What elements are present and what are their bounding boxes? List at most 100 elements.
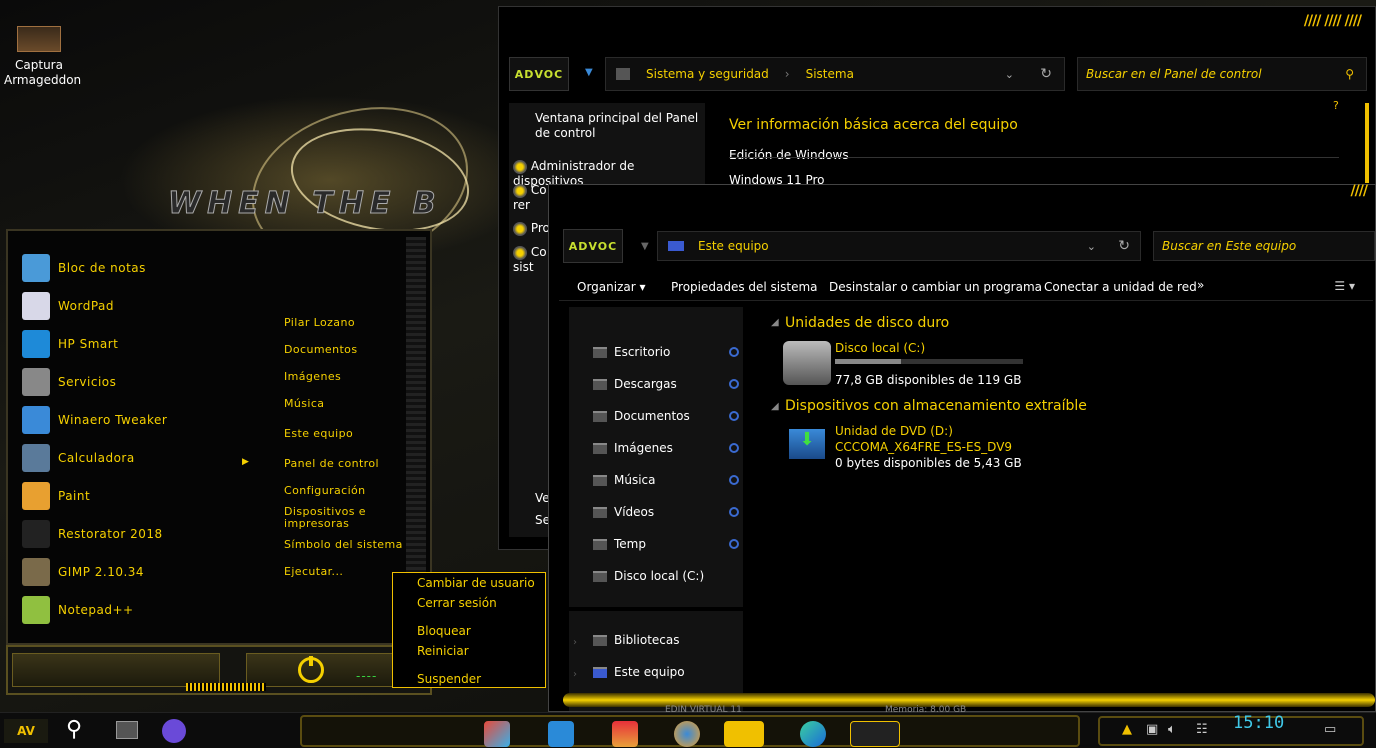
menu-item-restart[interactable]: Reiniciar: [417, 644, 469, 658]
power-icon: [309, 656, 313, 666]
start-app-item[interactable]: Bloc de notas: [22, 249, 270, 287]
drive-c-usage-bar: [835, 359, 1023, 364]
uninstall-program-button[interactable]: Desinstalar o cambiar un programa: [829, 280, 1042, 294]
nav-link-home[interactable]: Ventana principal del Panel de control: [535, 111, 699, 141]
organize-button[interactable]: Organizar ▾: [577, 280, 646, 294]
ccleaner-icon[interactable]: [612, 721, 638, 747]
desktop-icon-label: Captura Armageddon: [4, 58, 82, 87]
nav-item-videos[interactable]: Vídeos: [614, 505, 654, 519]
search-input[interactable]: Buscar en el Panel de control ⚲: [1077, 57, 1367, 91]
search-icon[interactable]: ⚲: [66, 717, 82, 742]
address-bar[interactable]: Este equipo ⌄ ↻: [657, 231, 1141, 261]
store-icon[interactable]: [484, 721, 510, 747]
more-button[interactable]: »: [1197, 278, 1204, 292]
place-musica[interactable]: Música: [284, 398, 324, 410]
calculator-icon: [22, 444, 50, 472]
breadcrumb-item[interactable]: Sistema y seguridad: [646, 67, 769, 81]
task-view-icon[interactable]: [116, 721, 138, 739]
shield-icon: [513, 183, 527, 198]
place-simbolo-sistema[interactable]: Símbolo del sistema: [284, 539, 403, 551]
hard-drive-icon: [783, 341, 831, 385]
notifications-icon[interactable]: ▭: [1324, 722, 1336, 737]
start-app-item[interactable]: Servicios: [22, 363, 270, 401]
chevron-down-icon[interactable]: ⌄: [1087, 240, 1096, 253]
chevron-right-icon[interactable]: ›: [573, 637, 577, 648]
edge-icon[interactable]: [800, 721, 826, 747]
place-user[interactable]: Pilar Lozano: [284, 317, 355, 329]
nav-item-este-equipo[interactable]: Este equipo: [614, 665, 685, 679]
menu-item-sign-out[interactable]: Cerrar sesión: [417, 596, 497, 610]
refresh-icon[interactable]: ↻: [1118, 238, 1130, 254]
nav-item-temp[interactable]: Temp: [614, 537, 646, 551]
start-app-item[interactable]: Winaero Tweaker: [22, 401, 270, 439]
nav-link[interactable]: Pro: [513, 221, 550, 236]
nav-item-documentos[interactable]: Documentos: [614, 409, 690, 423]
place-dispositivos[interactable]: Dispositivos e impresoras: [284, 506, 394, 530]
dvd-name[interactable]: Unidad de DVD (D:): [835, 424, 953, 438]
nav-item-descargas[interactable]: Descargas: [614, 377, 677, 391]
start-app-label: Notepad++: [58, 603, 134, 617]
chevron-down-icon[interactable]: ⌄: [1005, 68, 1014, 81]
menu-item-lock[interactable]: Bloquear: [417, 624, 471, 638]
power-options-button[interactable]: ----: [356, 669, 377, 683]
desktop-icon-captura[interactable]: Captura Armageddon: [4, 26, 81, 88]
collapse-icon[interactable]: ◢: [771, 401, 779, 412]
start-button[interactable]: AV: [4, 719, 48, 743]
nav-link[interactable]: Co sist: [513, 245, 553, 274]
file-explorer-icon[interactable]: [724, 721, 764, 747]
accent-bar: [1365, 103, 1369, 183]
clock[interactable]: 15:10: [1233, 713, 1284, 733]
chevron-down-icon[interactable]: ▼: [641, 241, 649, 252]
start-app-item[interactable]: Calculadora: [22, 439, 270, 477]
search-placeholder: Buscar en el Panel de control: [1086, 67, 1262, 81]
start-app-item[interactable]: WordPad: [22, 287, 270, 325]
system-tray: ▲ ▣ 🔈︎ ☷ ▭: [1098, 716, 1364, 746]
map-network-drive-button[interactable]: Conectar a unidad de red: [1044, 280, 1197, 294]
nav-item-bibliotecas[interactable]: Bibliotecas: [614, 633, 679, 647]
nav-item-disco-local[interactable]: Disco local (C:): [614, 569, 704, 583]
explorer-window[interactable]: //// ADVOC ▼ Este equipo ⌄ ↻ Buscar en E…: [548, 183, 1376, 715]
chat-icon[interactable]: [162, 719, 186, 743]
pin-icon: [729, 347, 739, 357]
volume-icon[interactable]: 🔈︎: [1168, 722, 1176, 737]
breadcrumb-item[interactable]: Sistema: [806, 67, 854, 81]
menu-item-sleep[interactable]: Suspender: [417, 672, 481, 686]
winaero-icon[interactable]: [674, 721, 700, 747]
start-app-item[interactable]: GIMP 2.10.34: [22, 553, 270, 591]
menu-item-switch-user[interactable]: Cambiar de usuario: [417, 576, 535, 590]
chevron-right-icon[interactable]: ›: [573, 669, 577, 680]
address-bar[interactable]: Sistema y seguridad › Sistema ⌄ ↻: [605, 57, 1065, 91]
help-icon[interactable]: ?: [1333, 99, 1339, 112]
system-properties-button[interactable]: Propiedades del sistema: [671, 280, 818, 294]
nav-link[interactable]: Co rer: [513, 183, 553, 212]
mail-icon[interactable]: [548, 721, 574, 747]
start-app-item[interactable]: Paint: [22, 477, 270, 515]
search-icon[interactable]: ⚲: [1345, 67, 1354, 81]
warning-icon[interactable]: ▲: [1122, 722, 1132, 737]
place-imagenes[interactable]: Imágenes: [284, 371, 341, 383]
pin-icon: [729, 379, 739, 389]
place-este-equipo[interactable]: Este equipo: [284, 428, 353, 440]
chevron-down-icon[interactable]: ▼: [585, 67, 593, 78]
nav-item-musica[interactable]: Música: [614, 473, 656, 487]
search-input[interactable]: Buscar en Este equipo: [1153, 231, 1375, 261]
nav-item-imagenes[interactable]: Imágenes: [614, 441, 673, 455]
wallpaper-text: WHEN THE B: [168, 186, 442, 222]
control-panel-task-icon[interactable]: [850, 721, 900, 747]
start-app-item[interactable]: Notepad++: [22, 591, 270, 629]
pin-icon: [729, 443, 739, 453]
network-icon[interactable]: ▣: [1146, 722, 1158, 737]
place-documentos[interactable]: Documentos: [284, 344, 357, 356]
refresh-icon[interactable]: ↻: [1040, 66, 1052, 82]
start-app-item[interactable]: HP Smart: [22, 325, 270, 363]
place-panel-control[interactable]: Panel de control: [284, 458, 379, 470]
collapse-icon[interactable]: ◢: [771, 317, 779, 328]
drive-c-name[interactable]: Disco local (C:): [835, 341, 925, 355]
settings-slider-icon[interactable]: ☷: [1196, 722, 1208, 737]
place-ejecutar[interactable]: Ejecutar...: [284, 566, 343, 578]
start-app-item[interactable]: Restorator 2018: [22, 515, 270, 553]
nav-item-escritorio[interactable]: Escritorio: [614, 345, 670, 359]
power-button[interactable]: [298, 656, 324, 683]
view-options-icon[interactable]: ☰ ▾: [1334, 279, 1355, 293]
place-configuracion[interactable]: Configuración: [284, 485, 366, 497]
